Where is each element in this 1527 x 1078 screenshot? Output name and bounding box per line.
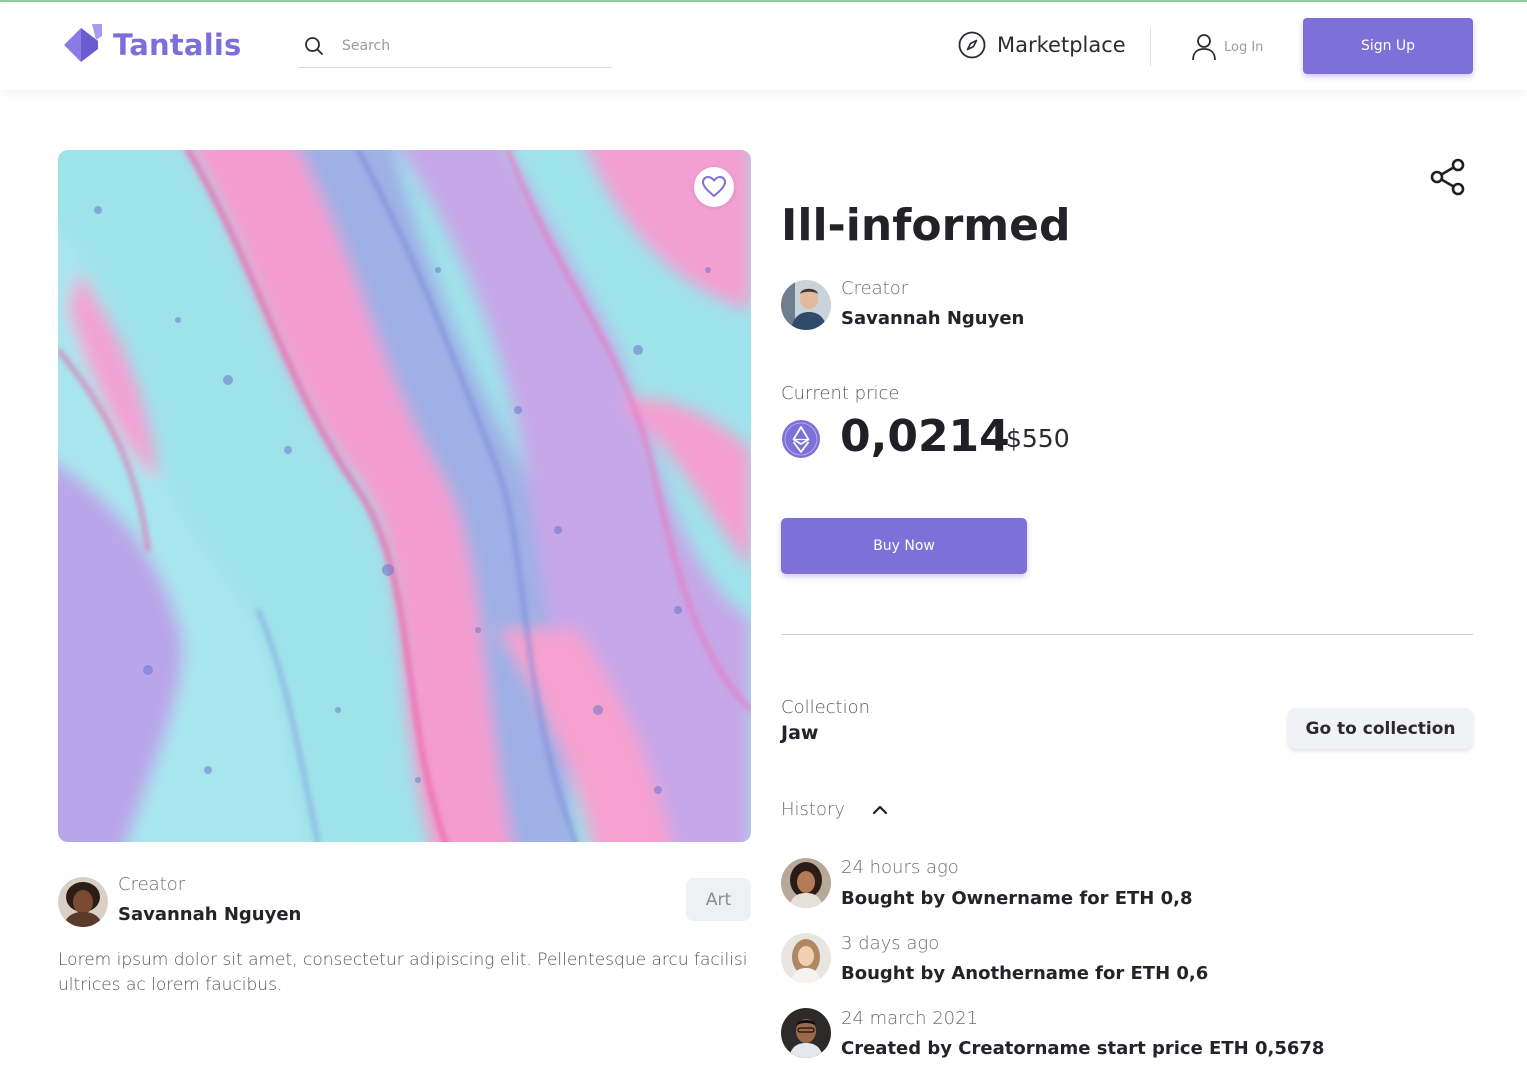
logo-text: Tantalis: [113, 28, 242, 62]
creator-avatar[interactable]: [58, 877, 108, 927]
history-description: Created by Creatorname start price ETH 0…: [841, 1038, 1325, 1059]
item-creator-avatar[interactable]: [781, 280, 831, 330]
artwork-image[interactable]: [58, 150, 751, 842]
collection-name[interactable]: Jaw: [781, 722, 818, 744]
history-avatar[interactable]: [781, 858, 831, 908]
creator-label: Creator: [118, 874, 186, 895]
price-eth-value: 0,0214: [840, 411, 1010, 462]
search-input[interactable]: [342, 37, 582, 54]
item-creator-label: Creator: [841, 278, 909, 299]
share-icon[interactable]: [1428, 157, 1468, 197]
top-navbar: Tantalis Marketplace Log In Sign Up: [0, 2, 1527, 90]
signup-button[interactable]: Sign Up: [1303, 18, 1473, 74]
history-time: 24 hours ago: [841, 857, 959, 878]
go-to-collection-button[interactable]: Go to collection: [1288, 708, 1473, 749]
history-description: Bought by Anothername for ETH 0,6: [841, 963, 1209, 984]
collection-label: Collection: [781, 697, 871, 718]
search-bar[interactable]: [298, 24, 612, 68]
item-creator-name[interactable]: Savannah Nguyen: [841, 308, 1024, 329]
history-description: Bought by Ownername for ETH 0,8: [841, 888, 1193, 909]
current-price-label: Current price: [781, 383, 900, 404]
buy-now-button[interactable]: Buy Now: [781, 518, 1027, 574]
login-link[interactable]: Log In: [1190, 32, 1263, 62]
favorite-button[interactable]: [694, 167, 734, 207]
compass-icon: [958, 31, 986, 59]
marketplace-label: Marketplace: [997, 33, 1126, 57]
nav-divider: [1150, 28, 1151, 66]
avatar-image: [781, 1008, 831, 1058]
login-label: Log In: [1224, 39, 1264, 55]
marketplace-link[interactable]: Marketplace: [957, 30, 1126, 60]
user-icon: [1192, 34, 1216, 61]
fluid-art-image: [58, 150, 751, 842]
creator-name[interactable]: Savannah Nguyen: [118, 904, 301, 925]
avatar-image: [58, 877, 108, 927]
history-label: History: [781, 799, 846, 820]
avatar-image: [781, 858, 831, 908]
history-avatar[interactable]: [781, 933, 831, 983]
section-divider: [781, 634, 1473, 635]
search-icon: [305, 36, 323, 55]
category-tag[interactable]: Art: [686, 878, 751, 921]
heart-icon: [702, 176, 726, 197]
item-title: Ill-informed: [781, 200, 1071, 251]
history-time: 24 march 2021: [841, 1008, 979, 1029]
history-avatar[interactable]: [781, 1008, 831, 1058]
history-time: 3 days ago: [841, 933, 940, 954]
history-toggle[interactable]: History: [781, 799, 889, 820]
logo-icon: [64, 24, 102, 62]
item-description: Lorem ipsum dolor sit amet, consectetur …: [58, 950, 748, 995]
avatar-image: [781, 933, 831, 983]
ethereum-icon: [782, 420, 820, 458]
brand-logo[interactable]: Tantalis: [58, 22, 241, 68]
price-usd-value: $550: [1006, 424, 1070, 453]
avatar-image: [781, 280, 831, 330]
chevron-up-icon: [872, 805, 888, 814]
